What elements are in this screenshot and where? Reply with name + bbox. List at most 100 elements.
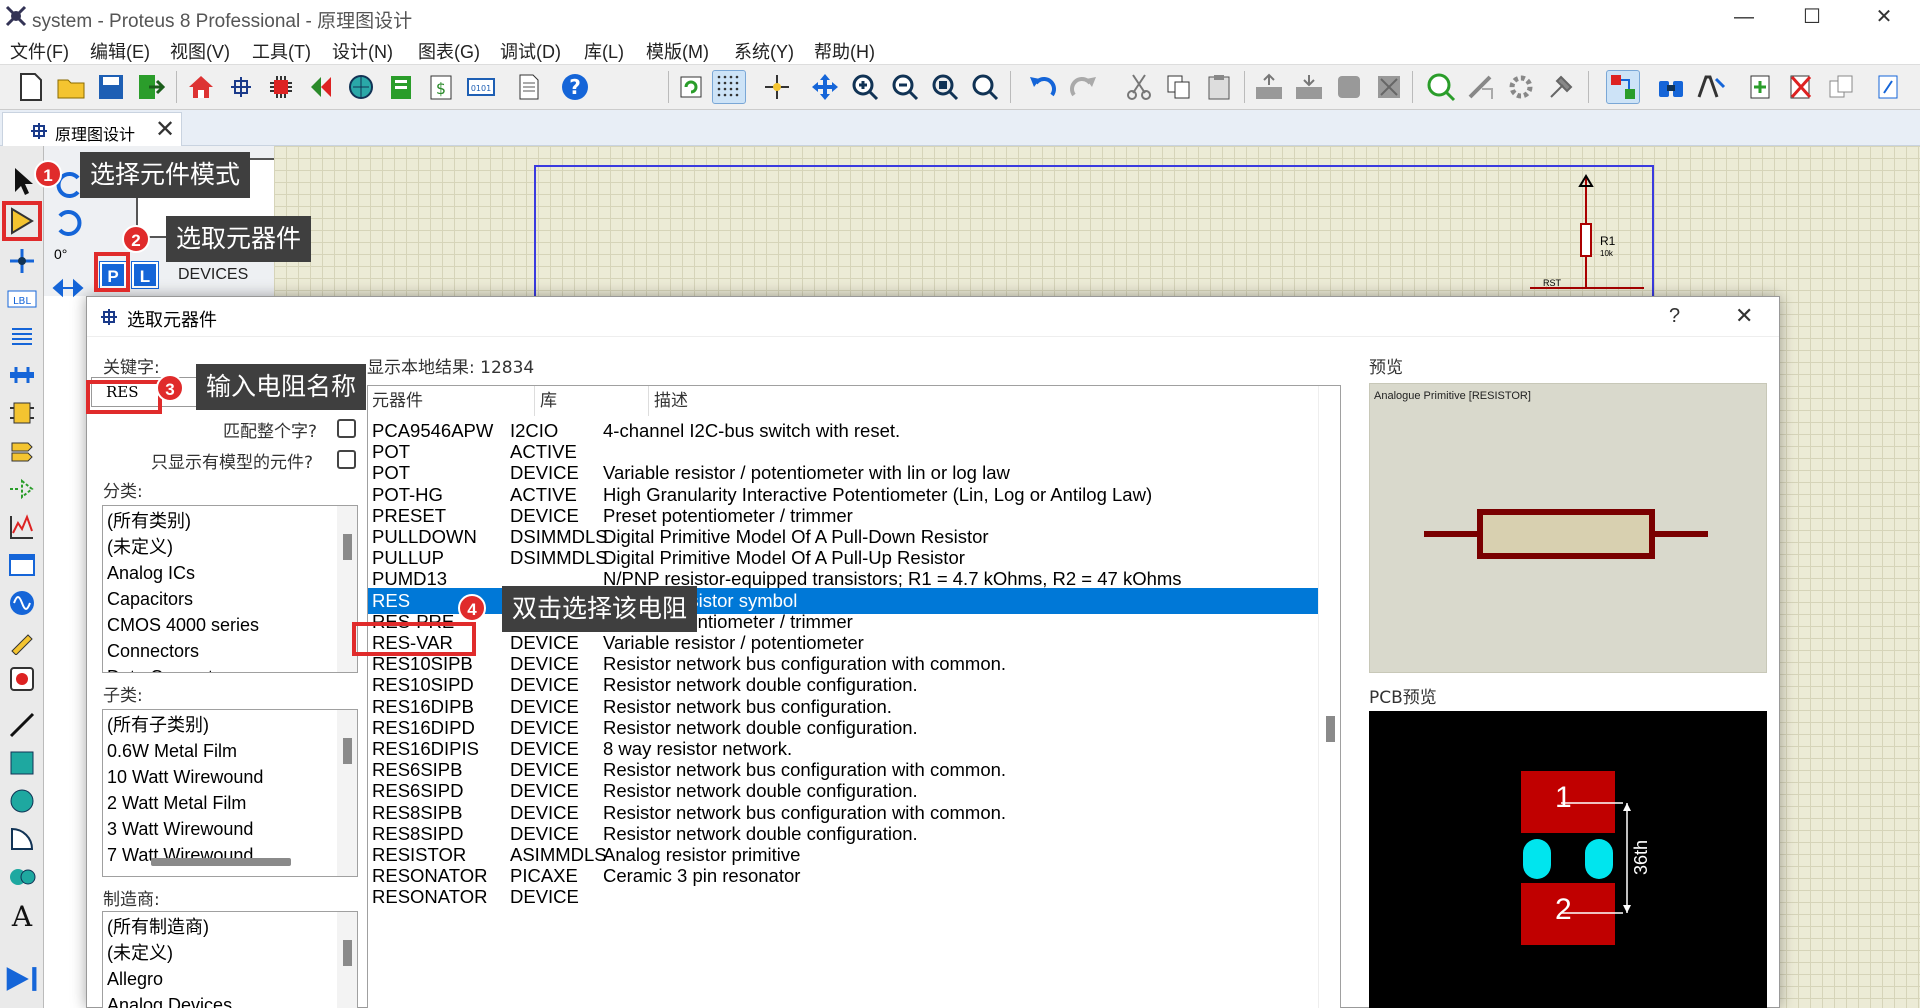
generator-icon[interactable] [5,586,39,620]
results-scrollbar[interactable] [1318,386,1340,1008]
tab-close-button[interactable]: ✕ [155,115,175,144]
menu-graph[interactable]: 图表(G) [418,38,480,64]
subcategory-list[interactable]: (所有子类别) 0.6W Metal Film 10 Watt Wirewound 2… [102,709,358,877]
paste-icon[interactable] [1202,70,1236,104]
new-file-icon[interactable] [14,70,48,104]
new-sheet-icon[interactable] [1744,70,1778,104]
category-item[interactable]: Connectors [103,638,357,664]
column-header-description[interactable]: 描述 [654,386,688,416]
play-simulation-icon[interactable] [5,962,39,996]
menu-view[interactable]: 视图(V) [170,38,230,64]
menu-help[interactable]: 帮助(H) [814,38,875,64]
results-list[interactable]: 元器件 库 描述 PCA9546APW I2CIO 4-channel I2C-bu… [367,385,1341,1008]
manufacturer-item[interactable]: Analog Devices [103,992,357,1008]
help-icon[interactable]: ? [558,70,592,104]
import-icon[interactable] [134,70,168,104]
category-list[interactable]: (所有类别) (未定义) Analog ICs Capacitors CMOS 4000… [102,505,358,673]
gerber-icon[interactable] [304,70,338,104]
subcategory-item[interactable]: 10 Watt Wirewound [103,764,357,790]
script-icon[interactable] [1872,70,1906,104]
terminal-icon[interactable] [5,434,39,468]
tab-schematic[interactable]: 原理图设计 ✕ [2,112,182,146]
menu-template[interactable]: 模版(M) [646,38,709,64]
open-folder-icon[interactable] [54,70,88,104]
decompose-icon[interactable] [1544,70,1578,104]
origin-icon[interactable] [760,70,794,104]
menu-debug[interactable]: 调试(D) [500,38,561,64]
maximize-button[interactable]: ☐ [1784,2,1840,32]
make-device-icon[interactable] [1464,70,1498,104]
box-tool-icon[interactable] [5,746,39,780]
search-tag-icon[interactable] [1654,70,1688,104]
subcategory-item[interactable]: (所有子类别) [103,712,357,738]
minimize-button[interactable]: — [1716,2,1772,32]
close-window-button[interactable]: ✕ [1856,2,1912,32]
column-header-library[interactable]: 库 [540,386,557,416]
menu-design[interactable]: 设计(N) [332,38,393,64]
path-tool-icon[interactable] [5,860,39,894]
zoom-in-icon[interactable] [848,70,882,104]
zoom-out-icon[interactable] [888,70,922,104]
manufacturer-item[interactable]: (所有制造商) [103,914,357,940]
redo-icon[interactable] [1066,70,1100,104]
library-manager-button[interactable]: L [131,261,159,289]
mirror-x-icon[interactable] [52,278,84,298]
dialog-help-button[interactable]: ? [1669,305,1680,328]
subcircuit-icon[interactable] [5,396,39,430]
binary-icon[interactable]: 0101 [464,70,498,104]
cut-icon[interactable] [1122,70,1156,104]
menu-file[interactable]: 文件(F) [10,38,69,64]
circle-tool-icon[interactable] [5,784,39,818]
category-item[interactable]: CMOS 4000 series [103,612,357,638]
grid-icon[interactable] [712,70,746,104]
subcategory-item[interactable]: 3 Watt Wirewound [103,816,357,842]
virtual-instrument-icon[interactable] [5,662,39,696]
menu-tools[interactable]: 工具(T) [252,38,311,64]
category-item[interactable]: (所有类别) [103,508,357,534]
pick-device-icon[interactable] [1424,70,1458,104]
line-tool-icon[interactable] [5,708,39,742]
zoom-all-icon[interactable] [928,70,962,104]
text-script-icon[interactable] [5,320,39,354]
result-row[interactable]: RESONATOR DEVICE [368,884,1332,910]
zoom-area-icon[interactable] [968,70,1002,104]
home-icon[interactable] [184,70,218,104]
chip-icon[interactable] [264,70,298,104]
voltage-probe-icon[interactable] [5,624,39,658]
rotate-cw-icon[interactable] [52,206,86,240]
manufacturer-item[interactable]: (未定义) [103,940,357,966]
menu-system[interactable]: 系统(Y) [734,38,794,64]
tape-recorder-icon[interactable] [5,548,39,582]
subcategory-item[interactable]: 2 Watt Metal Film [103,790,357,816]
refresh-icon[interactable] [674,70,708,104]
match-whole-checkbox[interactable] [337,419,356,438]
subcategory-item[interactable]: 0.6W Metal Film [103,738,357,764]
bus-icon[interactable] [5,358,39,392]
menu-library[interactable]: 库(L) [584,38,624,64]
subcategory-hscrollbar[interactable] [151,858,291,866]
arc-tool-icon[interactable] [5,822,39,856]
category-item[interactable]: Analog ICs [103,560,357,586]
column-header-device[interactable]: 元器件 [372,386,423,416]
pan-icon[interactable] [808,70,842,104]
bom-icon[interactable] [384,70,418,104]
block-rotate-icon[interactable] [1332,70,1366,104]
wire-autorouter-icon[interactable] [1606,70,1640,104]
block-move-icon[interactable] [1292,70,1326,104]
save-icon[interactable] [94,70,128,104]
block-delete-icon[interactable] [1372,70,1406,104]
subcategory-scrollbar[interactable] [337,710,357,876]
copy-icon[interactable] [1162,70,1196,104]
packaging-tool-icon[interactable] [1504,70,1538,104]
category-item[interactable]: (未定义) [103,534,357,560]
resistor-schematic[interactable] [1510,172,1650,302]
category-item[interactable]: Data Converters [103,664,357,672]
only-models-checkbox[interactable] [337,450,356,469]
3d-view-icon[interactable] [344,70,378,104]
manufacturer-item[interactable]: Allegro [103,966,357,992]
exit-parent-icon[interactable] [1824,70,1858,104]
text-tool-icon[interactable]: A [5,898,39,932]
graph-icon[interactable] [5,510,39,544]
wire-label-icon[interactable]: LBL [5,282,39,316]
junction-dot-icon[interactable] [5,244,39,278]
